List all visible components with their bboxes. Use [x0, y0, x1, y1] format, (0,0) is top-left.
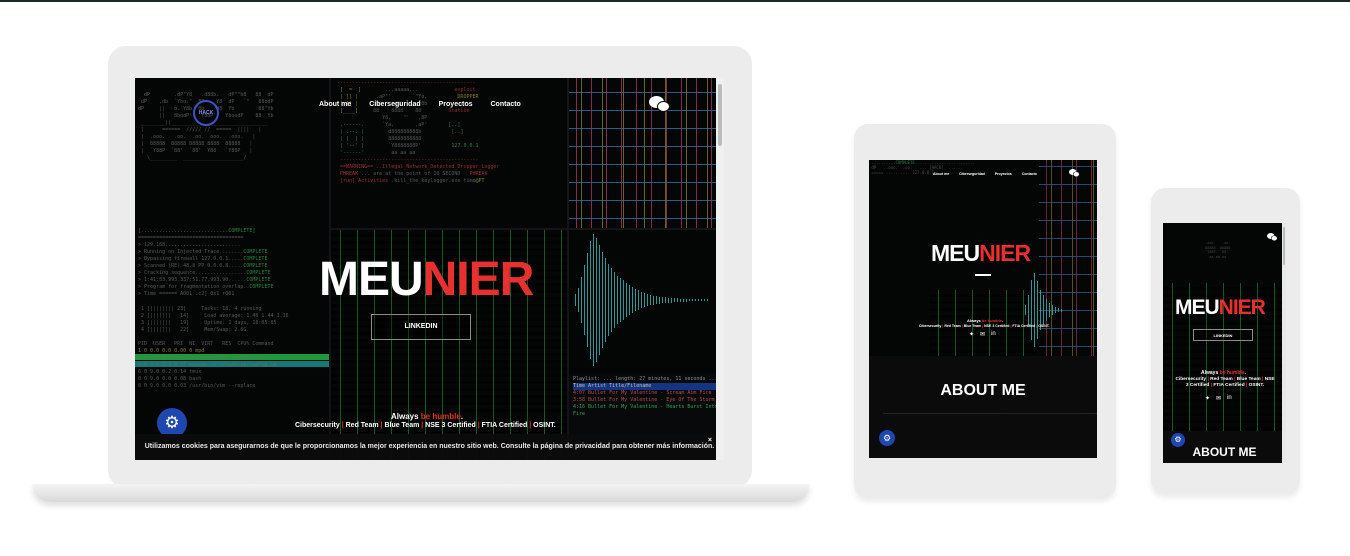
scrollbar[interactable]	[716, 78, 724, 460]
twitter-icon[interactable]: ✦	[1205, 395, 1210, 402]
tablet-nav: About me Ciberseguridad Proyectos Contac…	[933, 172, 1037, 176]
tablet-nav-about[interactable]: About me	[933, 172, 949, 176]
nav-about-me[interactable]: About me	[319, 101, 351, 108]
linkedin-button[interactable]: LINKEDIN	[371, 314, 471, 340]
tablet-nav-proyectos[interactable]: Proyectos	[995, 172, 1012, 176]
twitter-icon[interactable]: ✦	[969, 331, 974, 338]
phone-linkedin-button[interactable]: LINKEDIN	[1193, 329, 1253, 341]
phone-screen: .ooo. .oo. 88888 88888 `Y88P `88' aa aa …	[1163, 223, 1286, 463]
tablet-about-title: ABOUT ME	[940, 382, 1026, 399]
phone-tagline: Always be humble.	[1201, 370, 1247, 376]
title-underline	[975, 274, 991, 276]
close-icon[interactable]: ×	[708, 437, 712, 444]
mail-icon[interactable]: ✉	[980, 331, 985, 338]
tablet-nav-ciberseguridad[interactable]: Ciberseguridad	[959, 172, 985, 176]
phone-social-links: ✦ ✉ in	[1205, 395, 1232, 402]
tablet-cert-list: Cibersecurity | Red Team | Blue Team | N…	[919, 324, 1050, 328]
tablet-about-text: ........................................…	[883, 411, 1097, 415]
phone-scrollbar[interactable]	[1282, 223, 1286, 463]
linkedin-icon[interactable]: in	[991, 331, 996, 338]
phone-cert-list: Cibersecurity | Red Team | Blue Team | N…	[1175, 377, 1275, 388]
phone-about-title: ABOUT ME	[1192, 445, 1257, 459]
tablet-screen: ..........COMPLETE......................…	[869, 160, 1097, 458]
hack-logo: HACK	[193, 100, 219, 126]
laptop-base	[32, 484, 810, 502]
wechat-icon[interactable]	[649, 96, 671, 114]
wechat-icon[interactable]	[1267, 233, 1278, 242]
cookie-banner: Utilizamos cookies para asegurarnos de q…	[135, 434, 724, 460]
top-rule	[0, 0, 1350, 2]
main-nav: About me Ciberseguridad Proyectos Contac…	[319, 101, 521, 108]
mail-icon[interactable]: ✉	[1216, 395, 1221, 402]
tablet-brand-title: MEUNIER	[931, 240, 1031, 266]
tablet-about-section: ABOUT ME ...............................…	[869, 356, 1097, 458]
tablet-social-links: ✦ ✉ in	[969, 331, 996, 338]
cert-list: Cibersecurity | Red Team | Blue Team | N…	[295, 422, 556, 429]
phone-brand-title: MEUNIER	[1175, 296, 1266, 319]
tablet-tagline: Always be humble.	[967, 318, 1004, 323]
gear-icon[interactable]: ⚙	[879, 430, 895, 446]
wechat-icon[interactable]	[1069, 169, 1080, 178]
nav-proyectos[interactable]: Proyectos	[439, 101, 473, 108]
nav-ciberseguridad[interactable]: Ciberseguridad	[369, 101, 420, 108]
brand-title: MEUNIER	[319, 253, 534, 306]
nav-contacto[interactable]: Contacto	[491, 101, 521, 108]
tagline: Always be humble.	[391, 412, 464, 421]
cookie-text: Utilizamos cookies para asegurarnos de q…	[144, 443, 715, 450]
laptop-screen: dP .dP"Y8 .d88b. dP""b8 88 dP dP ,db `Yb…	[135, 78, 724, 460]
gear-icon[interactable]: ⚙	[1171, 433, 1185, 447]
tablet-nav-contacto[interactable]: Contacto	[1022, 172, 1037, 176]
linkedin-icon[interactable]: in	[1227, 395, 1232, 402]
